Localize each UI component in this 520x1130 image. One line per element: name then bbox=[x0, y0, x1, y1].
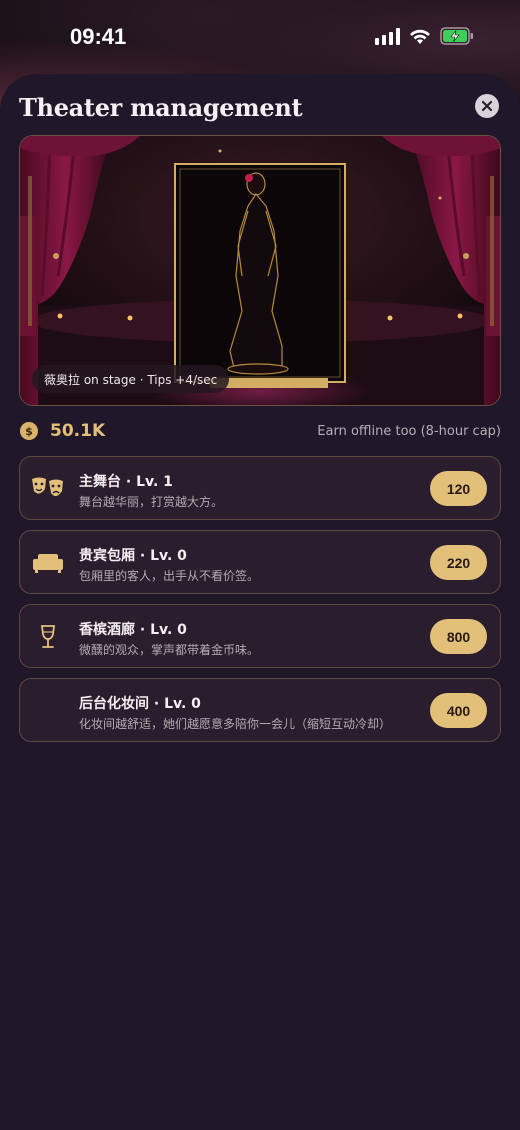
close-button[interactable] bbox=[475, 94, 499, 118]
wallet-row: $ 50.1K Earn offline too (8-hour cap) bbox=[19, 420, 501, 444]
coin-balance: 50.1K bbox=[50, 421, 106, 441]
upgrade-buy-button[interactable]: 220 bbox=[430, 545, 487, 580]
upgrade-buy-button[interactable]: 120 bbox=[430, 471, 487, 506]
theater-management-screen: 09:41 Theater management 薇奥拉 on stage · … bbox=[0, 0, 520, 1130]
theater-masks-icon bbox=[30, 475, 66, 503]
upgrade-main-stage: 主舞台 · Lv. 1 舞台越华丽，打赏越大方。 120 bbox=[19, 456, 501, 520]
upgrade-description: 微醺的观众，掌声都带着金币味。 bbox=[79, 643, 260, 657]
upgrade-vip-box: 贵宾包厢 · Lv. 0 包厢里的客人，出手从不看价签。 220 bbox=[19, 530, 501, 594]
upgrade-title: 主舞台 · Lv. 1 bbox=[79, 474, 173, 490]
upgrade-champagne-lounge: 香槟酒廊 · Lv. 0 微醺的观众，掌声都带着金币味。 800 bbox=[19, 604, 501, 668]
upgrade-description: 化妆间越舒适，她们越愿意多陪你一会儿（缩短互动冷却） bbox=[79, 717, 392, 731]
status-bar: 09:41 bbox=[0, 0, 520, 76]
upgrade-title: 香槟酒廊 · Lv. 0 bbox=[79, 622, 187, 638]
status-time: 09:41 bbox=[70, 24, 127, 49]
coin-icon: $ bbox=[20, 422, 38, 440]
cellular-signal-icon bbox=[375, 27, 400, 45]
upgrade-buy-button[interactable]: 800 bbox=[430, 619, 487, 654]
stage-preview: 薇奥拉 on stage · Tips +4/sec bbox=[19, 135, 501, 406]
sheet-title: Theater management bbox=[19, 93, 303, 122]
battery-charging-icon bbox=[440, 27, 473, 45]
upgrade-backstage-dressing-room: 后台化妆间 · Lv. 0 化妆间越舒适，她们越愿意多陪你一会儿（缩短互动冷却）… bbox=[19, 678, 501, 742]
dressing-room-icon bbox=[30, 697, 66, 725]
wifi-icon bbox=[410, 29, 430, 44]
upgrade-description: 舞台越华丽，打赏越大方。 bbox=[79, 495, 224, 509]
upgrade-buy-button[interactable]: 400 bbox=[430, 693, 487, 728]
upgrade-description: 包厢里的客人，出手从不看价签。 bbox=[79, 569, 260, 583]
theater-sheet: Theater management 薇奥拉 on stage · Tips +… bbox=[0, 74, 520, 1130]
close-icon bbox=[481, 100, 493, 112]
upgrade-title: 贵宾包厢 · Lv. 0 bbox=[79, 548, 187, 564]
upgrade-title: 后台化妆间 · Lv. 0 bbox=[79, 696, 201, 712]
wine-glass-icon bbox=[30, 623, 66, 651]
sofa-icon bbox=[30, 549, 66, 577]
stage-caption: 薇奥拉 on stage · Tips +4/sec bbox=[32, 365, 230, 393]
status-icons bbox=[375, 27, 474, 45]
offline-earnings-note: Earn offline too (8-hour cap) bbox=[317, 424, 501, 439]
